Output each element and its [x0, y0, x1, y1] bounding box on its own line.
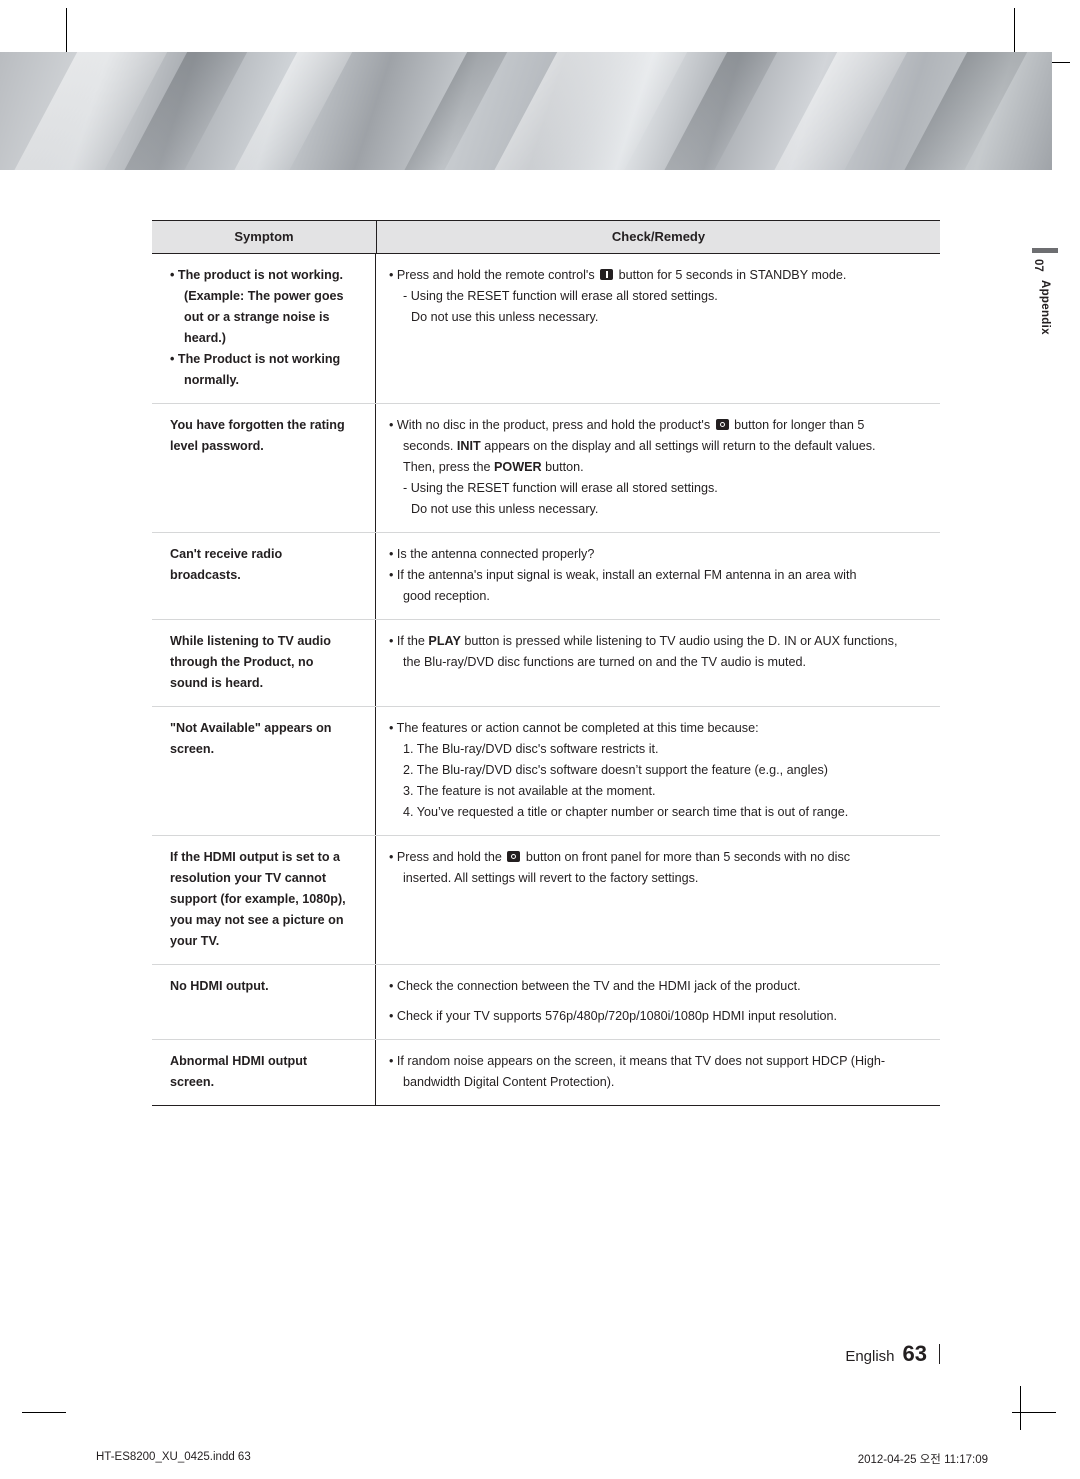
cell-remedy: • Check the connection between the TV an…: [376, 965, 940, 1039]
remedy-line: Then, press the POWER button.: [403, 460, 584, 474]
symptom-line: While listening to TV audio: [170, 634, 331, 648]
troubleshooting-table: Symptom Check/Remedy • The product is no…: [152, 220, 940, 1106]
page-footer: English 63: [845, 1341, 940, 1367]
table-row: Can't receive radio broadcasts. • Is the…: [152, 533, 940, 620]
remedy-line: 3. The feature is not available at the m…: [403, 784, 656, 798]
chapter-tab: 07 Appendix: [1032, 248, 1058, 335]
chapter-tab-label: Appendix: [1039, 279, 1051, 335]
print-file-name: HT-ES8200_XU_0425.indd 63: [96, 1451, 251, 1463]
symptom-line: level password.: [170, 439, 264, 453]
remedy-line: • If random noise appears on the screen,…: [389, 1054, 886, 1068]
symptom-line: resolution your TV cannot: [170, 871, 327, 885]
remedy-line: • Press and hold the remote control's bu…: [389, 268, 847, 282]
footer-page-number: 63: [902, 1341, 927, 1366]
remedy-line: • Check the connection between the TV an…: [389, 979, 801, 993]
cell-remedy: • The features or action cannot be compl…: [376, 707, 940, 835]
crop-mark-bottom-right-horizontal: [1012, 1412, 1056, 1413]
remedy-line: Do not use this unless necessary.: [411, 502, 599, 516]
chapter-tab-number: 07: [1032, 259, 1044, 272]
remedy-line: bandwidth Digital Content Protection).: [403, 1075, 615, 1089]
remedy-line: 2. The Blu-ray/DVD disc's software doesn…: [403, 763, 828, 777]
crop-mark-bottom-right-vertical: [1020, 1386, 1021, 1430]
table-row: While listening to TV audio through the …: [152, 620, 940, 707]
table-row: No HDMI output. • Check the connection b…: [152, 965, 940, 1040]
remedy-line: 1. The Blu-ray/DVD disc's software restr…: [403, 742, 659, 756]
table-row: "Not Available" appears on screen. • The…: [152, 707, 940, 836]
cell-remedy: • If random noise appears on the screen,…: [376, 1040, 940, 1105]
crop-mark-bottom-left-horizontal: [22, 1412, 66, 1413]
cell-remedy: • Press and hold the button on front pan…: [376, 836, 940, 964]
cell-symptom: "Not Available" appears on screen.: [152, 707, 376, 835]
symptom-line: No HDMI output.: [170, 979, 269, 993]
crop-mark-top-left-vertical: [66, 8, 67, 52]
symptom-line: you may not see a picture on: [170, 913, 344, 927]
remedy-line: • With no disc in the product, press and…: [389, 418, 865, 432]
cell-remedy: • With no disc in the product, press and…: [376, 404, 940, 532]
table-header-row: Symptom Check/Remedy: [152, 221, 940, 254]
remedy-line: • Press and hold the button on front pan…: [389, 850, 851, 864]
symptom-line: • The Product is not working: [170, 352, 341, 366]
footer-rule: [939, 1344, 940, 1364]
remedy-line: the Blu-ray/DVD disc functions are turne…: [403, 655, 806, 669]
remedy-line: Do not use this unless necessary.: [411, 310, 599, 324]
symptom-line: screen.: [170, 742, 215, 756]
cell-remedy: • Is the antenna connected properly? • I…: [376, 533, 940, 619]
symptom-line: sound is heard.: [170, 676, 264, 690]
symptom-line: your TV.: [170, 934, 220, 948]
symptom-line: You have forgotten the rating: [170, 418, 345, 432]
footer-language: English: [845, 1348, 895, 1365]
print-timestamp: 2012-04-25 오전 11:17:09: [857, 1454, 988, 1466]
symptom-line: Can't receive radio: [170, 547, 283, 561]
symptom-line: broadcasts.: [170, 568, 241, 582]
remedy-line: - Using the RESET function will erase al…: [403, 481, 718, 495]
column-header-symptom: Symptom: [152, 221, 377, 253]
crop-mark-top-right-vertical: [1014, 8, 1015, 52]
cell-symptom: No HDMI output.: [152, 965, 376, 1039]
cell-symptom: You have forgotten the rating level pass…: [152, 404, 376, 532]
symptom-line: "Not Available" appears on: [170, 721, 332, 735]
symptom-line: screen.: [170, 1075, 215, 1089]
stop-button-icon: [715, 419, 729, 430]
table-row: Abnormal HDMI output screen. • If random…: [152, 1040, 940, 1105]
remedy-line: • If the antenna's input signal is weak,…: [389, 568, 857, 582]
symptom-line: • The product is not working.: [170, 268, 344, 282]
cell-remedy: • Press and hold the remote control's bu…: [376, 254, 940, 403]
symptom-line: If the HDMI output is set to a: [170, 850, 341, 864]
remedy-line: seconds. INIT appears on the display and…: [403, 439, 876, 453]
cell-symptom: If the HDMI output is set to a resolutio…: [152, 836, 376, 964]
header-metallic-band: [0, 52, 1052, 170]
symptom-line: out or a strange noise is: [184, 310, 330, 324]
chapter-tab-bar: [1032, 248, 1058, 253]
cell-remedy: • If the PLAY button is pressed while li…: [376, 620, 940, 706]
cell-symptom: While listening to TV audio through the …: [152, 620, 376, 706]
cell-symptom: • The product is not working. (Example: …: [152, 254, 376, 403]
symptom-line: Abnormal HDMI output: [170, 1054, 308, 1068]
remedy-line: - Using the RESET function will erase al…: [403, 289, 718, 303]
remedy-line: • Is the antenna connected properly?: [389, 547, 595, 561]
remedy-line: 4. You’ve requested a title or chapter n…: [403, 805, 849, 819]
remedy-line: inserted. All settings will revert to th…: [403, 871, 699, 885]
symptom-line: heard.): [184, 331, 226, 345]
remedy-line: • If the PLAY button is pressed while li…: [389, 634, 898, 648]
remedy-line: good reception.: [403, 589, 490, 603]
cell-symptom: Can't receive radio broadcasts.: [152, 533, 376, 619]
column-header-remedy: Check/Remedy: [611, 229, 706, 244]
table-row: You have forgotten the rating level pass…: [152, 404, 940, 533]
remedy-line: • Check if your TV supports 576p/480p/72…: [389, 1009, 838, 1023]
table-row: If the HDMI output is set to a resolutio…: [152, 836, 940, 965]
symptom-line: (Example: The power goes: [184, 289, 344, 303]
table-row: • The product is not working. (Example: …: [152, 254, 940, 404]
cell-symptom: Abnormal HDMI output screen.: [152, 1040, 376, 1105]
symptom-line: support (for example, 1080p),: [170, 892, 346, 906]
stop-button-icon: [507, 851, 521, 862]
remedy-line: • The features or action cannot be compl…: [389, 721, 759, 735]
symptom-line: through the Product, no: [170, 655, 314, 669]
standby-button-icon: [600, 269, 614, 280]
symptom-line: normally.: [184, 373, 240, 387]
